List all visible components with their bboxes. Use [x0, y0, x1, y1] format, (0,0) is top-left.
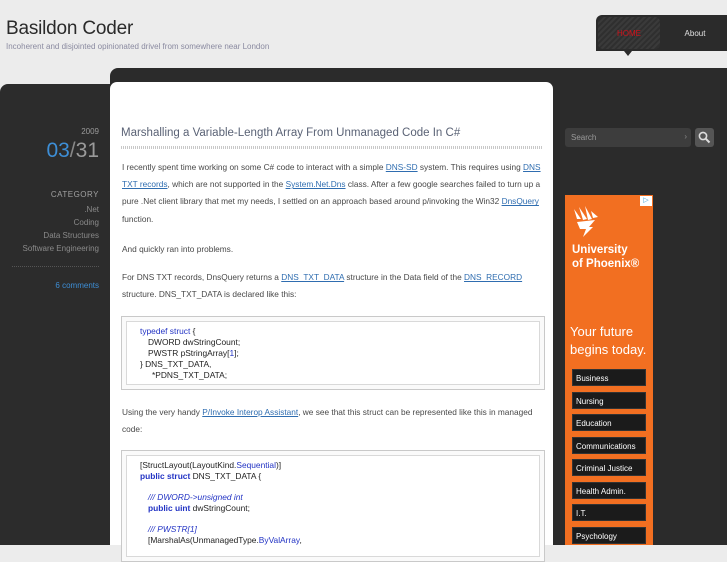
advertisement[interactable]: ▷ University of Phoenix® Your future begin… — [565, 195, 653, 545]
magnifier-icon — [698, 131, 711, 144]
dns-sd-link[interactable]: DNS-SD — [386, 162, 418, 172]
nav-home-tab[interactable]: HOME — [598, 17, 660, 49]
ad-program-button[interactable]: I.T. — [572, 504, 646, 521]
ad-program-button[interactable]: Criminal Justice — [572, 459, 646, 476]
ad-program-button[interactable]: Health Admin. — [572, 482, 646, 499]
post-day: 31 — [75, 139, 99, 162]
search-button[interactable] — [695, 128, 714, 147]
dns-txt-data-link[interactable]: DNS_TXT_DATA — [281, 272, 344, 282]
dnsquery-link[interactable]: DnsQuery — [502, 196, 539, 206]
code-line: [MarshalAs(UnmanagedType.ByValArray, — [148, 535, 302, 545]
code-line: *PDNS_TXT_DATA; — [152, 370, 228, 380]
category-list: .Net Coding Data Structures Software Eng… — [23, 203, 100, 255]
site-title[interactable]: Basildon Coder — [6, 18, 133, 40]
search-box: › — [565, 128, 691, 147]
ad-university-name: University of Phoenix® — [572, 244, 640, 270]
post-title[interactable]: Marshalling a Variable-Length Array From… — [121, 127, 460, 139]
ad-program-button[interactable]: Education — [572, 414, 646, 431]
site-tagline: Incoherent and disjointed opinionated dr… — [6, 42, 270, 51]
dns-record-link[interactable]: DNS_RECORD — [464, 272, 522, 282]
post-meta-sidebar: 2009 03/31 CATEGORY .Net Coding Data Str… — [0, 84, 110, 545]
post-paragraph: For DNS TXT records, DnsQuery returns a … — [122, 272, 523, 300]
code-line: DWORD dwStringCount; — [148, 337, 241, 347]
code-line: } DNS_TXT_DATA, — [140, 359, 212, 369]
post-paragraph: And quickly ran into problems. — [122, 244, 234, 254]
code-comment: /// PWSTR[1] — [148, 524, 197, 534]
top-navigation: HOME About — [596, 15, 727, 51]
category-link[interactable]: Data Structures — [23, 229, 99, 242]
ad-choices-icon[interactable]: ▷ — [640, 196, 652, 206]
post-date: 03/31 — [46, 139, 99, 162]
ad-tagline: Your future begins today. — [570, 324, 647, 357]
sidebar-divider — [12, 266, 99, 267]
post-paragraph: I recently spent time working on some C#… — [122, 162, 541, 224]
code-comment: /// DWORD->unsigned int — [148, 492, 243, 502]
ad-program-button[interactable]: Nursing — [572, 392, 646, 409]
post-month: 03 — [46, 139, 70, 162]
category-link[interactable]: .Net — [23, 203, 99, 216]
search-input[interactable] — [571, 128, 683, 147]
nav-pointer-icon — [624, 51, 632, 56]
category-heading: CATEGORY — [50, 190, 99, 199]
code-block: [StructLayout(LayoutKind.Sequential)] pu… — [121, 450, 545, 562]
category-link[interactable]: Coding — [23, 216, 99, 229]
post-paragraph: Using the very handy P/Invoke Interop As… — [122, 407, 533, 435]
title-divider — [121, 146, 543, 149]
nav-about-tab[interactable]: About — [666, 17, 724, 49]
search-arrow-icon: › — [684, 132, 687, 141]
category-link[interactable]: Software Engineering — [23, 242, 100, 255]
code-block: typedef struct { DWORD dwStringCount; PW… — [121, 316, 545, 390]
post-year: 2009 — [81, 127, 99, 136]
pinvoke-assistant-link[interactable]: P/Invoke Interop Assistant — [202, 407, 298, 417]
ad-program-button[interactable]: Communications — [572, 437, 646, 454]
post-content: Marshalling a Variable-Length Array From… — [110, 82, 553, 562]
comments-link[interactable]: 6 comments — [55, 281, 99, 290]
code-line: public uint dwStringCount; — [148, 503, 250, 513]
ad-program-button[interactable]: Business — [572, 369, 646, 386]
phoenix-logo-icon — [574, 206, 598, 237]
system-net-dns-link[interactable]: System.Net.Dns — [286, 179, 346, 189]
code-line: PWSTR pStringArray[1]; — [148, 348, 239, 358]
ad-program-button[interactable]: Psychology — [572, 527, 646, 544]
code-line: typedef struct { — [140, 326, 196, 336]
code-line: [StructLayout(LayoutKind.Sequential)] — [140, 460, 282, 470]
code-line: public struct DNS_TXT_DATA { — [140, 471, 262, 481]
